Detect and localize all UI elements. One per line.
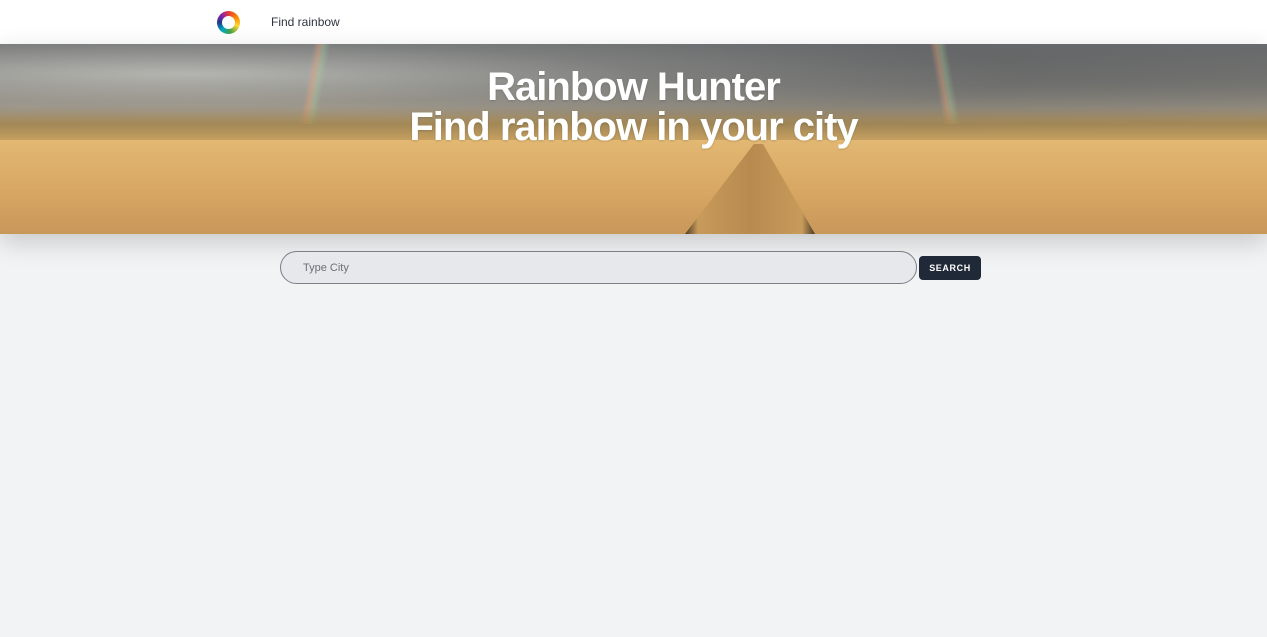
search-button[interactable]: SEARCH: [919, 256, 981, 280]
rainbow-ring-icon[interactable]: [217, 11, 240, 34]
hero-beach: [0, 140, 1267, 234]
hero-title: Rainbow Hunter: [487, 65, 781, 109]
city-search-input[interactable]: [280, 251, 917, 284]
nav-link-find-rainbow[interactable]: Find rainbow: [271, 15, 340, 29]
top-navigation: Find rainbow: [0, 0, 1267, 44]
hero-subtitle: Find rainbow in your city: [409, 105, 858, 149]
hero-banner: Rainbow Hunter Find rainbow in your city: [0, 44, 1267, 234]
